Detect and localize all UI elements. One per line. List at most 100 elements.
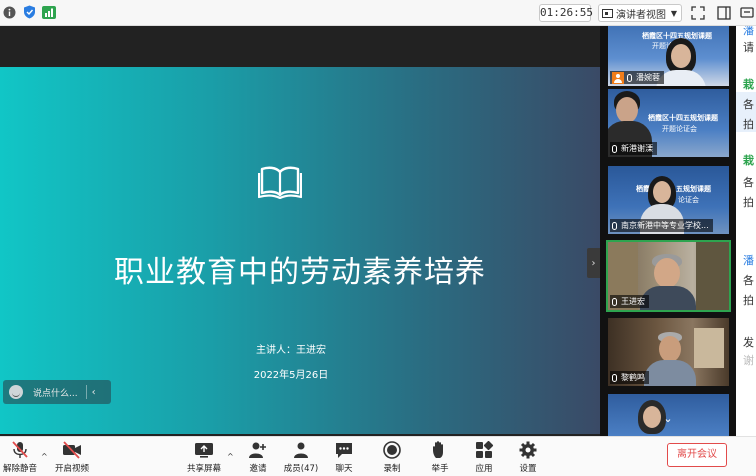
chat-message: 各 — [743, 98, 754, 111]
chat-sender: 潘 — [743, 26, 754, 37]
collapse-panel-button[interactable]: › — [587, 248, 600, 278]
settings-button[interactable]: 设置 — [508, 441, 548, 474]
chat-message: 谢 — [743, 354, 754, 367]
slide-title: 职业教育中的劳动素养培养 — [114, 255, 486, 290]
hand-icon — [433, 441, 443, 458]
chat-sender: 栽 — [743, 78, 754, 91]
chat-message: 各 — [743, 274, 754, 287]
participant-name: 南京新港中等专业学校... — [621, 221, 709, 230]
members-button[interactable]: 成员(47) — [281, 441, 321, 474]
picture-frame — [694, 328, 724, 368]
participant-tile[interactable]: 栖霞 五规划课题 论证会 南京新港中等专业学校... — [608, 166, 729, 234]
chat-message: 拍 — [743, 196, 754, 209]
chat-message: 发 — [743, 336, 754, 349]
view-mode-label: 演讲者视图 — [616, 9, 666, 21]
share-screen-label: 共享屏幕 — [186, 464, 221, 474]
start-video-label: 开启视频 — [54, 464, 89, 474]
fullscreen-icon[interactable] — [691, 5, 705, 20]
participant-face — [671, 44, 691, 68]
host-icon — [612, 71, 624, 84]
shield-icon[interactable] — [22, 5, 36, 19]
shared-screen-area: 职业教育中的劳动素养培养 主讲人：王进宏 2022年5月26日 说点什么... … — [0, 26, 600, 436]
thumb-text: 开题论证会 — [662, 125, 697, 133]
participant-name-tag: 黎鹤鸣 — [610, 371, 649, 384]
info-icon[interactable] — [2, 5, 16, 19]
share-screen-button[interactable]: 共享屏幕 — [184, 441, 224, 474]
mic-off-icon — [12, 441, 28, 458]
top-bar: 01:26:55 演讲者视图 ▼ — [0, 0, 756, 26]
grid-icon — [602, 8, 613, 18]
participant-name: 黎鹤鸣 — [621, 373, 645, 382]
chat-sender: 栽 — [743, 154, 754, 167]
record-icon — [383, 441, 401, 459]
scroll-down-icon[interactable]: ⌄ — [660, 412, 676, 425]
invite-icon — [249, 442, 266, 458]
meeting-window: 01:26:55 演讲者视图 ▼ 职业教育中的劳动素养培养 主讲人：王进宏 20… — [0, 0, 756, 476]
thumb-text: 五规划课题 — [676, 185, 711, 193]
participant-list: 栖霞区十四五规划课题 开题论证会 潘婉蓉 栖霞区十四五规划课题 开题论证会 新港… — [600, 26, 736, 436]
participant-body — [644, 360, 696, 386]
raise-hand-button[interactable]: 举手 — [420, 441, 460, 474]
participant-name: 新港谢溧 — [621, 144, 653, 153]
participant-name-tag: 南京新港中等专业学校... — [610, 219, 713, 232]
participant-name-tag: 王进宏 — [610, 295, 649, 308]
meeting-timer: 01:26:55 — [539, 4, 593, 22]
mic-icon — [612, 144, 617, 153]
participant-face — [653, 181, 671, 203]
chat-quick-input[interactable]: 说点什么... ‹ — [3, 380, 111, 404]
participant-tile[interactable]: 栖霞区十四五规划课题 开题论证会 潘婉蓉 — [608, 26, 729, 86]
raise-hand-label: 举手 — [431, 464, 449, 474]
chat-message: 各 — [743, 176, 754, 189]
slide-speaker: 主讲人：王进宏 — [256, 345, 326, 356]
participant-face — [643, 406, 661, 428]
chat-bubble-icon — [336, 443, 352, 458]
thumb-text: 栖霞区十四五规划课题 — [648, 114, 718, 122]
participant-face — [659, 336, 681, 362]
mic-icon — [612, 297, 617, 306]
chevron-up-icon[interactable]: ^ — [227, 452, 234, 461]
apps-button[interactable]: 应用 — [464, 441, 504, 474]
chevron-left-icon[interactable]: ‹ — [92, 387, 96, 398]
view-mode-select[interactable]: 演讲者视图 ▼ — [598, 4, 682, 22]
divider — [85, 385, 87, 399]
apps-label: 应用 — [475, 464, 493, 474]
window-icon[interactable] — [717, 5, 731, 20]
mic-icon — [612, 221, 617, 230]
mic-icon — [627, 73, 632, 82]
bookshelf — [696, 242, 729, 310]
gear-icon — [519, 441, 537, 459]
chat-button[interactable]: 聊天 — [324, 441, 364, 474]
chat-message: 拍 — [743, 294, 754, 307]
start-video-button[interactable]: 开启视频 — [52, 441, 92, 474]
participant-name-tag: 潘婉蓉 — [610, 71, 664, 84]
unmute-label: 解除静音 — [2, 464, 37, 474]
invite-button[interactable]: 邀请 — [238, 441, 278, 474]
chevron-up-icon[interactable]: ^ — [41, 452, 48, 461]
record-label: 录制 — [383, 464, 401, 474]
participant-name-tag: 新港谢溧 — [610, 142, 657, 155]
invite-label: 邀请 — [249, 464, 267, 474]
mic-icon — [612, 373, 617, 382]
share-screen-icon — [195, 443, 213, 458]
chat-message: 请 — [743, 41, 754, 54]
emoji-icon[interactable] — [9, 385, 23, 399]
slide-date: 2022年5月26日 — [253, 370, 329, 381]
camera-off-icon — [63, 441, 81, 459]
chat-quick-placeholder: 说点什么... — [33, 388, 78, 399]
chevron-down-icon: ▼ — [670, 8, 677, 18]
chat-icon[interactable] — [740, 5, 754, 19]
participant-name: 王进宏 — [621, 297, 645, 306]
unmute-button[interactable]: 解除静音 — [0, 441, 40, 474]
book-icon — [258, 166, 302, 199]
record-button[interactable]: 录制 — [372, 441, 412, 474]
meeting-toolbar: 解除静音 ^ 开启视频 共享屏幕 ^ 邀请 成员(47) 聊天 录制 举手 应用… — [0, 436, 756, 476]
participant-face — [654, 258, 680, 288]
presentation-slide: 职业教育中的劳动素养培养 主讲人：王进宏 2022年5月26日 — [0, 67, 600, 434]
signal-icon[interactable] — [42, 5, 56, 19]
participant-tile[interactable]: 栖霞区十四五规划课题 开题论证会 新港谢溧 — [608, 89, 729, 157]
leave-meeting-button[interactable]: 离开会议 — [667, 443, 727, 467]
settings-label: 设置 — [519, 464, 537, 474]
participant-tile[interactable]: 黎鹤鸣 — [608, 318, 729, 386]
participant-tile-active[interactable]: 王进宏 — [606, 240, 731, 312]
chat-message: 拍 — [743, 118, 754, 131]
